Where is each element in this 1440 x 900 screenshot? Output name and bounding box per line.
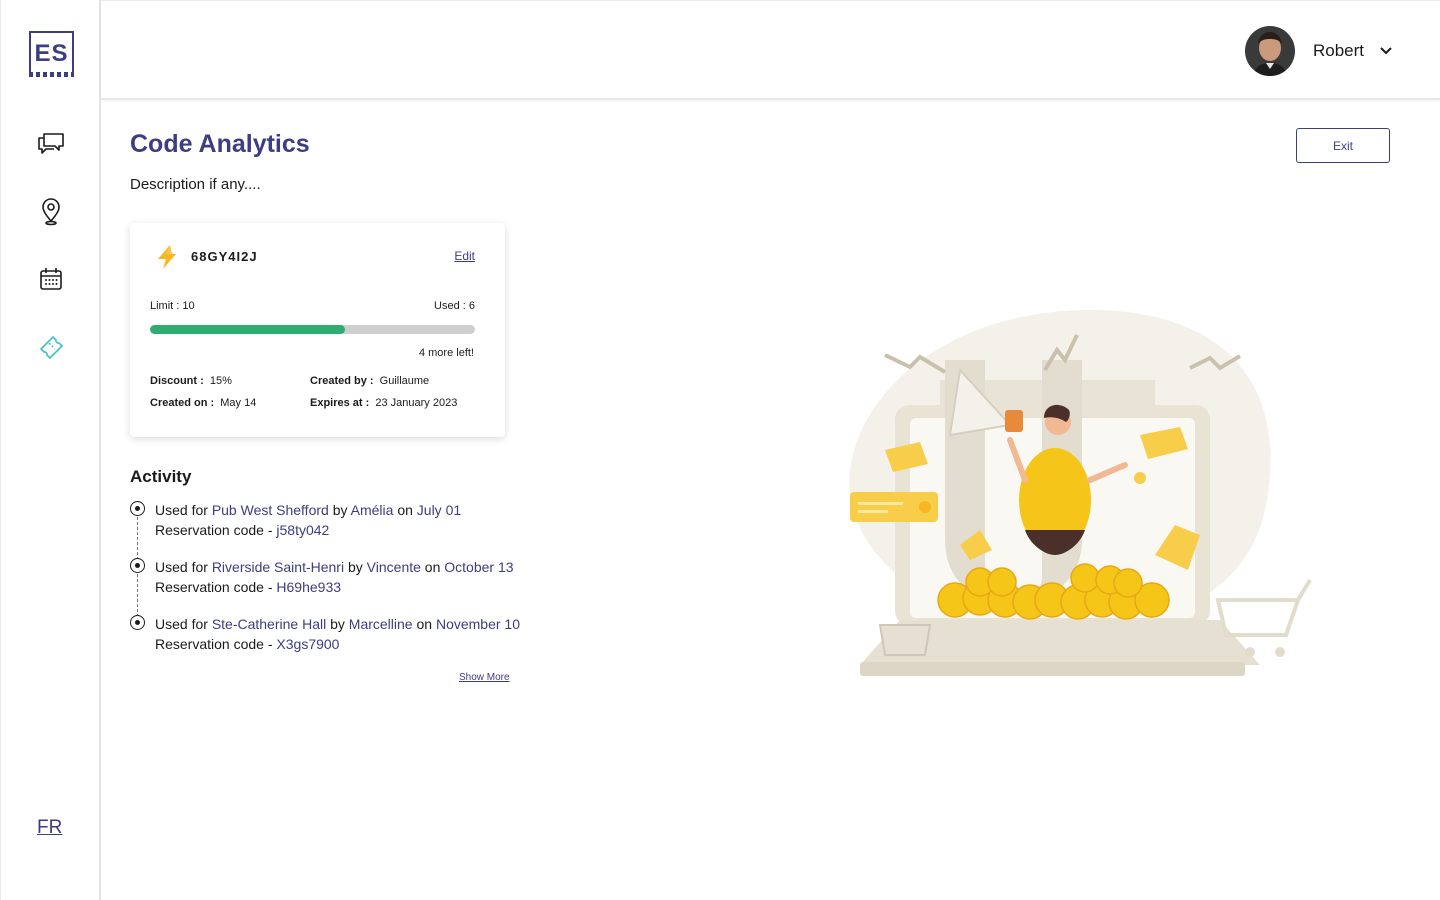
on-label: on bbox=[424, 559, 441, 575]
nav-calendar[interactable] bbox=[36, 264, 66, 294]
location-pin-icon bbox=[42, 198, 60, 226]
usage-progress-fill bbox=[150, 325, 345, 334]
show-more-link[interactable]: Show More bbox=[459, 672, 510, 683]
usage-progress-bar bbox=[150, 325, 475, 334]
discount-value: 15% bbox=[209, 375, 232, 387]
nav-chat[interactable] bbox=[36, 128, 66, 158]
user-menu[interactable]: Robert bbox=[1244, 26, 1392, 76]
edit-link[interactable]: Edit bbox=[454, 249, 475, 263]
promo-code: 68GY4I2J bbox=[191, 249, 258, 264]
timeline-connector bbox=[137, 517, 138, 560]
used-for-label: Used for bbox=[155, 559, 208, 575]
created-by-row: Created by : Guillaume bbox=[310, 375, 429, 387]
discount-row: Discount : 15% bbox=[150, 375, 232, 387]
created-on-value: May 14 bbox=[220, 397, 257, 409]
activity-date: October 13 bbox=[444, 559, 514, 575]
ticket-icon bbox=[40, 336, 63, 359]
created-on-label: Created on : bbox=[150, 397, 215, 409]
logo-text: ES bbox=[34, 39, 69, 67]
user-name: Robert bbox=[1312, 41, 1364, 60]
activity-place[interactable]: Pub West Shefford bbox=[212, 502, 329, 518]
timeline-connector bbox=[137, 574, 138, 617]
on-label: on bbox=[397, 502, 413, 518]
language-switch[interactable]: FR bbox=[37, 817, 62, 839]
expires-row: Expires at : 23 January 2023 bbox=[310, 397, 457, 409]
timeline-dot bbox=[130, 501, 145, 516]
sidebar: ES FR bbox=[0, 0, 101, 900]
by-label: by bbox=[347, 559, 363, 575]
remaining-text: 4 more left! bbox=[418, 347, 474, 359]
calendar-icon bbox=[40, 268, 62, 290]
reservation-code[interactable]: j58ty042 bbox=[276, 522, 329, 538]
app-logo[interactable]: ES bbox=[29, 31, 74, 77]
activity-person[interactable]: Marcelline bbox=[349, 616, 413, 632]
nav-codes[interactable] bbox=[36, 332, 66, 362]
nav-location[interactable] bbox=[36, 196, 66, 226]
created-on-row: Created on : May 14 bbox=[150, 397, 256, 409]
activity-place[interactable]: Ste-Catherine Hall bbox=[212, 616, 326, 632]
used-text: Used : 6 bbox=[434, 300, 475, 312]
by-label: by bbox=[332, 502, 348, 518]
activity-person[interactable]: Amélia bbox=[351, 502, 394, 518]
discount-label: Discount : bbox=[150, 375, 204, 387]
avatar bbox=[1244, 26, 1295, 76]
reservation-code[interactable]: H69he933 bbox=[276, 579, 341, 595]
top-bar: Robert bbox=[101, 0, 1440, 100]
reservation-code[interactable]: X3gs7900 bbox=[276, 636, 339, 652]
page-title: Code Analytics bbox=[130, 130, 310, 158]
activity-person[interactable]: Vincente bbox=[367, 559, 421, 575]
reservation-label: Reservation code - bbox=[155, 579, 273, 595]
limit-text: Limit : 10 bbox=[150, 300, 195, 312]
created-by-label: Created by : bbox=[310, 375, 374, 387]
marketing-illustration bbox=[849, 310, 1312, 676]
reservation-label: Reservation code - bbox=[155, 522, 273, 538]
exit-button[interactable]: Exit bbox=[1296, 128, 1390, 163]
timeline-dot bbox=[130, 615, 145, 630]
activity-date: July 01 bbox=[416, 502, 462, 518]
by-label: by bbox=[330, 616, 345, 632]
chevron-down-icon bbox=[1380, 47, 1392, 55]
code-card: 68GY4I2J Edit Limit : 10 Used : 6 4 more… bbox=[130, 223, 505, 437]
activity-date: November 10 bbox=[435, 616, 520, 632]
timeline-dot bbox=[130, 558, 145, 573]
on-label: on bbox=[416, 616, 433, 632]
reservation-label: Reservation code - bbox=[155, 636, 273, 652]
used-for-label: Used for bbox=[155, 502, 208, 518]
expires-value: 23 January 2023 bbox=[375, 397, 458, 409]
chat-icon bbox=[38, 133, 64, 154]
used-for-label: Used for bbox=[155, 616, 208, 632]
lightning-icon bbox=[158, 245, 176, 269]
created-by-value: Guillaume bbox=[379, 375, 430, 387]
activity-place[interactable]: Riverside Saint-Henri bbox=[212, 559, 344, 575]
page-description: Description if any.... bbox=[130, 176, 261, 193]
activity-title: Activity bbox=[130, 467, 192, 486]
expires-label: Expires at : bbox=[310, 397, 370, 409]
